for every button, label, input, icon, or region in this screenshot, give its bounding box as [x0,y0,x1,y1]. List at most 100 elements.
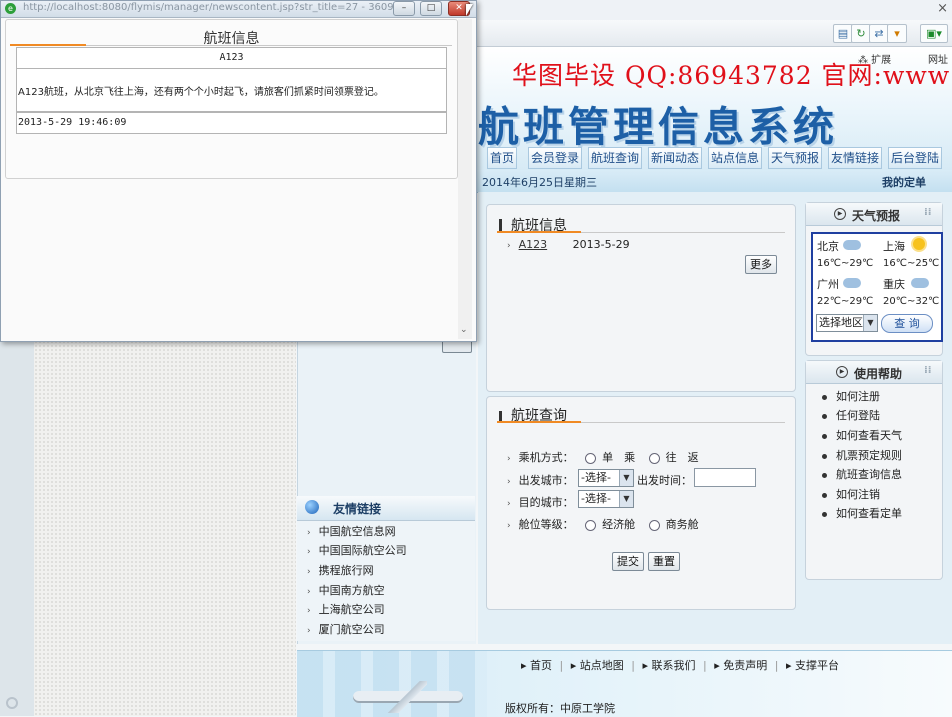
class-business-radio[interactable] [648,519,660,531]
mode-return-radio[interactable] [648,452,660,464]
from-city-select[interactable]: -选择- ▼ [578,469,634,487]
close-tab-icon[interactable]: × [937,1,948,16]
footer-link-sitemap[interactable]: ▸ 站点地图 [571,659,624,672]
city-name: 重庆 [883,278,905,291]
class-economy-radio[interactable] [585,519,597,531]
sun-icon [913,238,925,250]
links-title: 友情链接 [333,502,382,516]
title-underline [497,421,581,423]
weather-widget: ▶ 天气预报 ⁞⁞ 北京 16℃~29℃ 上海 16℃~25℃ 广州 22℃~2… [805,202,943,356]
help-item[interactable]: 如何查看定单 [822,505,902,521]
link-item[interactable]: › 携程旅行网 [307,562,374,578]
links-header: 友情链接 [297,496,475,521]
nav-weather[interactable]: 天气预报 [768,147,823,169]
nav-site-info[interactable]: 站点信息 [708,147,763,169]
help-header: ▶ 使用帮助 ⁞⁞ [806,361,942,384]
swap-icon[interactable]: ⇄ [869,24,889,43]
page-icon[interactable]: ▤ [833,24,853,43]
link-item[interactable]: › 上海航空公司 [307,601,385,617]
link-item[interactable]: › 中国航空信息网 [307,523,396,539]
popup-scrollbar[interactable]: ⌄ [458,19,472,339]
scroll-down-icon[interactable]: ⌄ [460,325,468,335]
play-icon: ▶ [834,208,846,220]
help-item[interactable]: 如何注销 [822,486,880,502]
footer-link-disclaimer[interactable]: ▸ 免责声明 [714,659,767,672]
ad-text: 华图毕设 QQ:86943782 官网:www [512,61,951,90]
left-texture-panel [34,340,296,716]
weather-title: 天气预报 [852,209,901,223]
dropdown-icon[interactable]: ▾ [887,24,907,43]
airplane-wing [387,681,427,713]
help-item[interactable]: 任何登陆 [822,407,880,423]
footer: ▸ 首页 | ▸ 站点地图 | ▸ 联系我们 | ▸ 免责声明 | ▸ 支撑平台… [297,650,952,717]
refresh-icon[interactable]: ↻ [851,24,871,43]
footer-link-home[interactable]: ▸ 首页 [521,659,552,672]
left-strip [0,340,34,716]
mouse-cursor [466,4,473,16]
news-content-cell: A123航班，从北京飞往上海，还有两个个小时起飞，请旅客们抓紧时间领票登记。 [16,68,447,112]
minimize-button[interactable]: – [393,1,415,16]
reset-button[interactable]: 重置 [648,552,680,571]
popup-titlebar[interactable]: e http://localhost:8080/flymis/manager/n… [1,1,476,18]
nav-home[interactable]: 首页 [487,147,518,169]
title-underline [497,231,581,233]
help-title: 使用帮助 [854,367,903,381]
link-item[interactable]: › 中国国际航空公司 [307,542,407,558]
link-item[interactable]: › 中国南方航空 [307,582,385,598]
flight-query-panel: 航班查询 › 乘机方式： 单 乘 往 返 › 出发城市： -选择- ▼ 出发时间： ›… [486,396,796,610]
copyright: 版权所有：中原工学院 [505,702,615,715]
weather-box: 北京 16℃~29℃ 上海 16℃~25℃ 广州 22℃~29℃ 重庆 20℃~… [811,232,943,342]
browser-toolbar: ▤ ↻ ⇄ ▾ ▣▾ [475,20,952,47]
globe-icon [305,500,319,514]
drag-handle-icon[interactable]: ⁞⁞ [924,365,932,376]
nav-news[interactable]: 新闻动态 [648,147,703,169]
link-item[interactable]: › 厦门航空公司 [307,621,385,637]
nav-flight-query[interactable]: 航班查询 [588,147,643,169]
from-row: › 出发城市： [507,474,574,487]
more-button[interactable]: 更多 [745,255,777,274]
city-temp: 16℃~25℃ [883,258,940,269]
current-date: 2014年6月25日星期三 [482,176,597,189]
search-icon[interactable]: ▣▾ [920,24,948,43]
popup-url: http://localhost:8080/flymis/manager/new… [23,2,394,13]
cloud-rain-icon [843,240,861,250]
mode-single-radio[interactable] [585,452,597,464]
cloud-rain-icon [843,278,861,288]
help-item[interactable]: 机票预定规则 [822,447,902,463]
flight-list-item[interactable]: › A123 2013-5-29 [507,238,630,251]
popup-window: e http://localhost:8080/flymis/manager/n… [0,0,477,342]
browser-tab-strip: × [475,0,952,21]
city-name: 广州 [817,278,839,291]
city-temp: 22℃~29℃ [817,296,874,307]
drag-handle-icon[interactable]: ⁞⁞ [924,207,932,218]
play-icon: ▶ [836,366,848,378]
maximize-button[interactable]: □ [420,1,442,16]
ie-icon: e [5,3,16,14]
my-bookings-link[interactable]: 我的定单 [882,174,926,190]
weather-query-button[interactable]: 查 询 [881,314,933,333]
nav-admin-login[interactable]: 后台登陆 [888,147,943,169]
city-temp: 20℃~32℃ [883,296,940,307]
popup-title: 航班信息 [203,31,260,47]
mode-row: › 乘机方式： 单 乘 往 返 [507,451,699,464]
city-name: 北京 [817,240,839,253]
nav-member-login[interactable]: 会员登录 [528,147,583,169]
submit-button[interactable]: 提交 [612,552,644,571]
gear-icon[interactable] [6,697,18,709]
footer-link-contact[interactable]: ▸ 联系我们 [643,659,696,672]
departure-time-input[interactable] [694,468,756,487]
to-city-select[interactable]: -选择- ▼ [578,490,634,508]
help-item[interactable]: 如何查看天气 [822,427,902,443]
class-row: › 舱位等级： 经济舱 商务舱 [507,518,699,531]
panel-marker [499,219,502,231]
footer-link-platform[interactable]: ▸ 支撑平台 [786,659,839,672]
main-nav: 首页 会员登录 航班查询 新闻动态 站点信息 天气预报 友情链接 后台登陆 [487,144,952,169]
help-item[interactable]: 如何注册 [822,388,880,404]
region-select[interactable]: 选择地区 ▼ [816,314,878,332]
nav-links[interactable]: 友情链接 [828,147,883,169]
city-temp: 16℃~29℃ [817,258,874,269]
links-panel: 友情链接 › 中国航空信息网 › 中国国际航空公司 › 携程旅行网 › 中国南方航空 ›… [297,496,475,641]
help-item[interactable]: 航班查询信息 [822,466,902,482]
weather-header: ▶ 天气预报 ⁞⁞ [806,203,942,226]
to-row: › 目的城市： [507,496,574,509]
